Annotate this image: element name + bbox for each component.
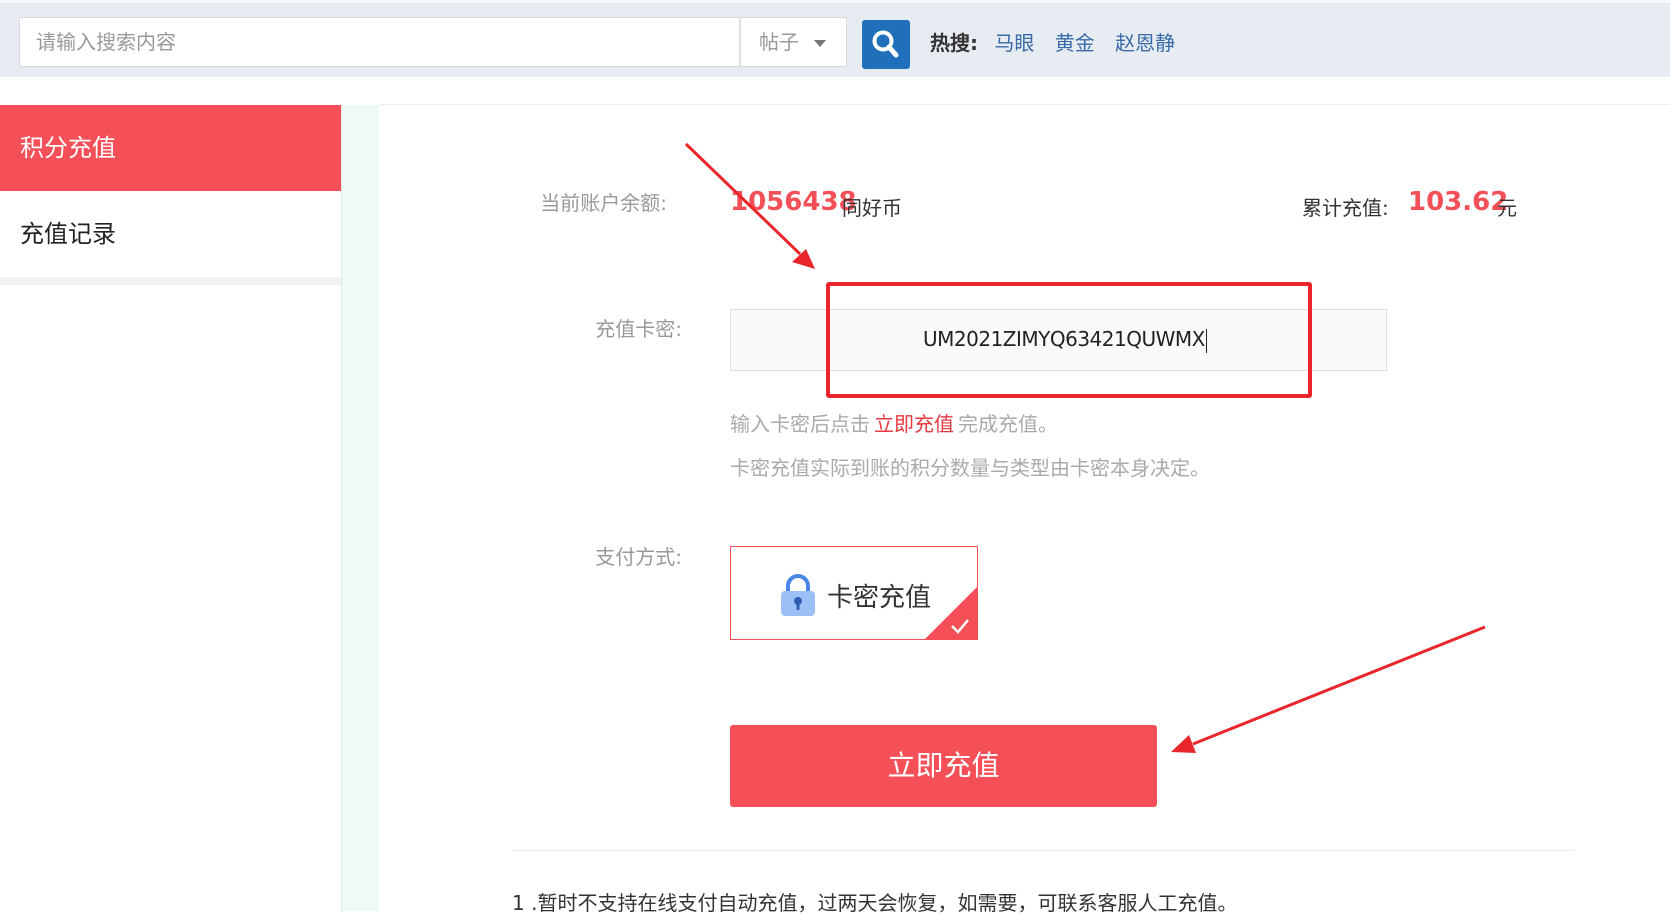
annotation-arrows [684,142,1486,753]
annotation-arrow-icon [1171,625,1486,753]
annotation-arrow-icon [684,142,815,269]
